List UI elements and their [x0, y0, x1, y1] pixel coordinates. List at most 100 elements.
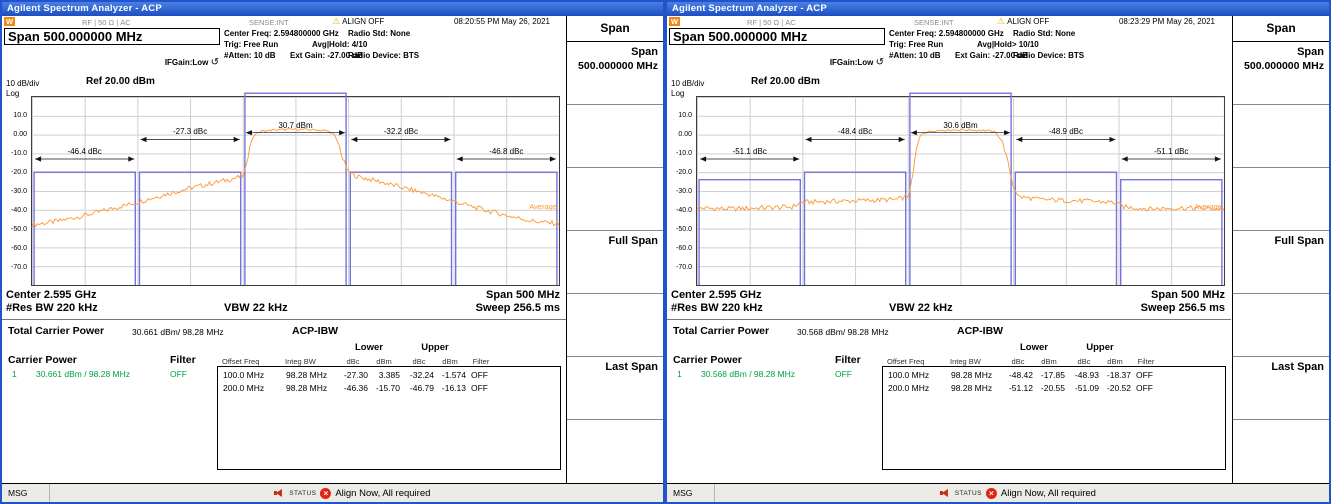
carrier-power-value: 30.661 dBm / 98.28 MHz	[36, 369, 130, 379]
error-icon: ×	[320, 488, 331, 499]
softkey-span-value: 500.000000 MHz	[1235, 60, 1324, 73]
clock-display: 08:23:29 PM May 26, 2021	[1119, 17, 1215, 26]
lower-group-header: Lower	[339, 342, 399, 353]
y-axis-label: -60.0	[676, 245, 692, 252]
softkey-full-span[interactable]: Full Span	[567, 231, 663, 294]
annotation-arrow	[793, 156, 799, 161]
channel-power-annotation: 30.6 dBm	[943, 121, 977, 131]
spectrum-analyzer-window: Agilent Spectrum Analyzer - ACP W RF | 5…	[0, 0, 665, 504]
col-header-filter: Filter	[466, 357, 496, 366]
y-axis-label: -30.0	[11, 188, 27, 195]
col-header-upper-dbc: dBc	[1070, 357, 1098, 366]
sense-indicator: SENSE:INT	[914, 18, 954, 27]
align-off-label: ALIGN OFF	[342, 17, 384, 26]
ref-level-label: Ref 20.00 dBm	[86, 76, 155, 87]
softkey-blank	[567, 105, 663, 168]
align-off-indicator: ⚠ ALIGN OFF	[997, 16, 1049, 26]
annotation-arrow	[246, 130, 252, 135]
res-bw-readout: #Res BW 220 kHz	[671, 302, 763, 314]
y-axis-label: -10.0	[11, 150, 27, 157]
measurement-settings: Center Freq: 2.594800000 GHz Radio Std: …	[889, 29, 1231, 63]
softkey-full-span[interactable]: Full Span	[1233, 231, 1329, 294]
softkey-last-span-label: Last Span	[1271, 361, 1324, 373]
col-header-offset-freq: Offset Freq	[887, 357, 924, 366]
annotation-arrow	[911, 130, 917, 135]
cell-offset-freq: 200.0 MHz	[223, 383, 281, 393]
trigger-label: Trig: Free Run	[889, 40, 943, 49]
upper-group-header: Upper	[405, 342, 465, 353]
align-off-indicator: ⚠ ALIGN OFF	[332, 16, 384, 26]
softkey-span[interactable]: Span 500.000000 MHz	[567, 42, 663, 105]
status-badge-w: W	[669, 17, 680, 26]
channel-power-annotation: -48.4 dBc	[838, 127, 872, 137]
y-axis-label: -10.0	[676, 150, 692, 157]
carrier-power-value: 30.568 dBm / 98.28 MHz	[701, 369, 795, 379]
channel-power-annotation: -46.8 dBc	[489, 147, 523, 157]
total-carrier-power-label: Total Carrier Power	[673, 325, 769, 337]
cell-lower-dbc: -51.12	[1001, 383, 1033, 393]
softkey-blank	[567, 420, 663, 483]
total-carrier-power-label: Total Carrier Power	[8, 325, 104, 337]
annotation-arrow	[1004, 130, 1010, 135]
active-function-display: Span 500.000000 MHz	[4, 28, 220, 45]
softkey-span[interactable]: Span 500.000000 MHz	[1233, 42, 1329, 105]
trigger-label: Trig: Free Run	[224, 40, 278, 49]
error-icon: ×	[986, 488, 997, 499]
softkey-last-span[interactable]: Last Span	[567, 357, 663, 420]
softkey-last-span-label: Last Span	[605, 361, 658, 373]
channel-box	[456, 172, 557, 285]
channel-box	[34, 172, 135, 285]
cell-upper-dbm: -1.574	[434, 370, 466, 380]
avg-hold-label: Avg|Hold> 10/10	[977, 40, 1039, 49]
softkey-span-label: Span	[1297, 46, 1324, 58]
warning-icon: ⚠	[997, 16, 1005, 26]
offset-row: 200.0 MHz 98.28 MHz -51.12 -20.55 -51.09…	[883, 383, 1225, 395]
channel-box	[1015, 172, 1116, 285]
cell-lower-dbm: 3.385	[368, 370, 400, 380]
y-axis-label: -70.0	[676, 264, 692, 271]
carrier-power-header: Carrier Power	[673, 354, 742, 366]
radio-std-label: Radio Std: None	[348, 29, 410, 38]
cell-lower-dbc: -27.30	[336, 370, 368, 380]
channel-power-annotation: 30.7 dBm	[278, 121, 312, 131]
ifgain-text: IFGain:Low	[830, 58, 874, 67]
vbw-readout: VBW 22 kHz	[889, 302, 953, 314]
y-axis-labels: 10.00.00-10.0-20.0-30.0-40.0-50.0-60.0-7…	[2, 96, 29, 286]
col-header-upper-dbm: dBm	[1100, 357, 1130, 366]
center-freq-label: Center Freq: 2.594800000 GHz	[224, 29, 339, 38]
menu-title: Span	[567, 16, 663, 42]
cell-filter: OFF	[471, 383, 501, 393]
annotation-arrow	[128, 156, 134, 161]
cell-upper-dbc: -46.79	[404, 383, 434, 393]
channel-box	[699, 180, 800, 285]
status-bar: MSG STATUS × Align Now, All required	[667, 483, 1329, 502]
y-axis-label: -40.0	[676, 207, 692, 214]
restart-loop-icon: ↺	[211, 57, 219, 68]
softkey-blank	[1233, 105, 1329, 168]
active-function-display: Span 500.000000 MHz	[669, 28, 885, 45]
col-header-integ-bw: Integ BW	[285, 357, 316, 366]
y-axis-label: -20.0	[11, 169, 27, 176]
y-axis-label: -60.0	[11, 245, 27, 252]
y-axis-label: 0.00	[13, 131, 27, 138]
cell-lower-dbc: -46.36	[336, 383, 368, 393]
annotation-arrow	[445, 137, 451, 142]
y-axis-label: -50.0	[11, 226, 27, 233]
annotation-arrow	[899, 137, 905, 142]
offset-table: 100.0 MHz 98.28 MHz -27.30 3.385 -32.24 …	[217, 366, 561, 470]
radio-device-label: Radio Device: BTS	[348, 51, 419, 60]
col-header-upper-dbc: dBc	[405, 357, 433, 366]
channel-box	[1121, 180, 1222, 285]
span-active-value: Span 500.000000 MHz	[8, 29, 142, 44]
channel-power-annotation: -48.9 dBc	[1049, 127, 1083, 137]
cell-upper-dbm: -18.37	[1099, 370, 1131, 380]
y-axis-label: -20.0	[676, 169, 692, 176]
status-badge-w: W	[4, 17, 15, 26]
annotation-arrow	[234, 137, 240, 142]
softkey-last-span[interactable]: Last Span	[1233, 357, 1329, 420]
cell-lower-dbm: -20.55	[1033, 383, 1065, 393]
window-titlebar: Agilent Spectrum Analyzer - ACP	[667, 2, 1329, 16]
status-cluster: STATUS × Align Now, All required	[274, 488, 430, 499]
radio-device-label: Radio Device: BTS	[1013, 51, 1084, 60]
measurement-settings: Center Freq: 2.594800000 GHz Radio Std: …	[224, 29, 566, 63]
